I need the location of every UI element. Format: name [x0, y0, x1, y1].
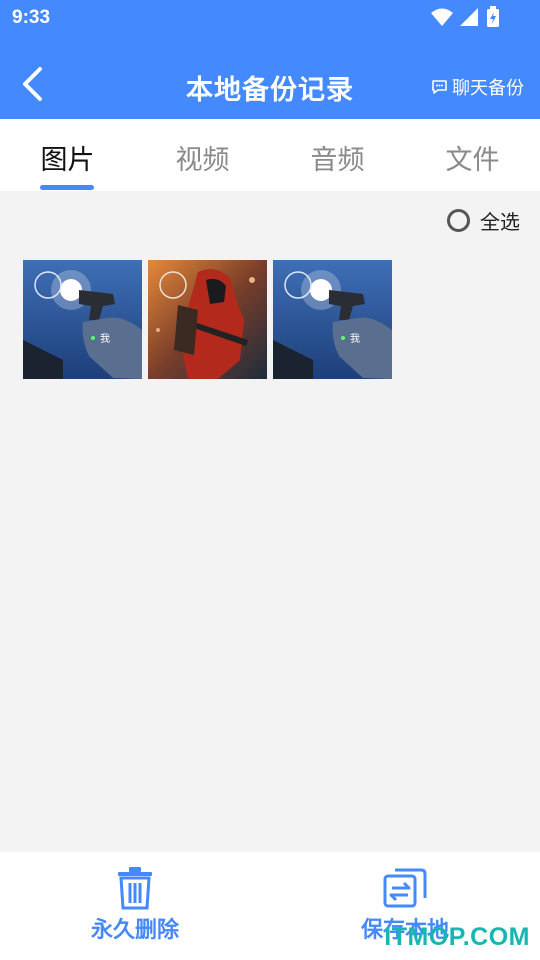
battery-icon — [487, 6, 499, 27]
select-all-toggle[interactable]: 全选 — [447, 206, 520, 235]
image-thumbnail[interactable]: 我 — [23, 260, 142, 379]
chat-backup-label: 聊天备份 — [452, 78, 524, 99]
trash-icon — [118, 867, 152, 910]
app-header: 9:33 本地备份记录 聊天备份 — [0, 0, 540, 119]
tab-indicator — [40, 185, 94, 190]
chat-bubble-icon — [432, 80, 447, 94]
restore-icon — [383, 868, 427, 908]
tab-audio[interactable]: 音频 — [270, 138, 405, 177]
watermark: ITMOP.COM — [384, 923, 530, 951]
chat-backup-button[interactable]: 聊天备份 — [431, 74, 524, 100]
select-all-label: 全选 — [480, 210, 520, 234]
radio-icon — [447, 209, 470, 232]
tab-videos[interactable]: 视频 — [135, 138, 270, 177]
tab-bar: 图片 视频 音频 文件 — [0, 119, 540, 191]
delete-permanently-button[interactable]: 永久删除 — [35, 866, 235, 944]
tab-images[interactable]: 图片 — [0, 138, 135, 177]
status-time: 9:33 — [12, 7, 51, 28]
wifi-icon — [431, 8, 453, 26]
tab-files[interactable]: 文件 — [405, 138, 540, 177]
image-thumbnail[interactable]: 我 — [273, 260, 392, 379]
image-caption: 我 — [350, 333, 360, 345]
image-caption: 我 — [100, 333, 110, 345]
delete-permanently-label: 永久删除 — [90, 918, 179, 943]
image-thumbnail[interactable] — [148, 260, 267, 379]
signal-icon — [460, 8, 478, 26]
